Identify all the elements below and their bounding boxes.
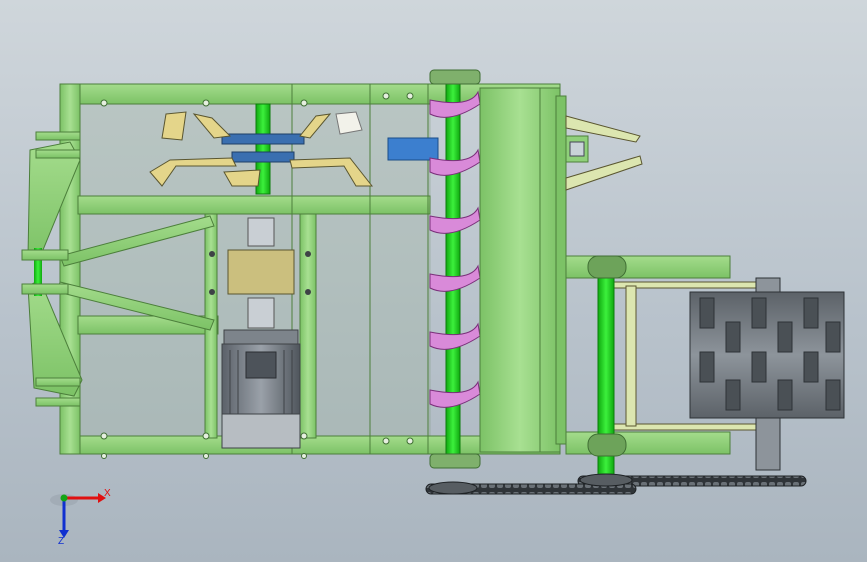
gearbox-plate: [227, 249, 295, 295]
discharge-chute: [479, 87, 561, 453]
upper-coupling: [247, 217, 275, 247]
auger-top-bearing: [429, 69, 481, 85]
chain-drive: [425, 473, 807, 495]
outlet-guides: [565, 115, 643, 191]
x-axis-label: X: [104, 488, 111, 499]
auger-shaft: [445, 81, 461, 467]
cad-viewport[interactable]: X Z: [0, 0, 867, 562]
roller-bearing-bottom: [587, 433, 627, 457]
y-axis-dot: [60, 494, 68, 502]
lower-coupling: [247, 297, 275, 329]
roller-assembly: [565, 255, 845, 479]
z-axis-label: Z: [58, 536, 64, 547]
roller-stub-bottom: [755, 417, 781, 471]
motor-flange: [223, 329, 299, 345]
auger-assembly: [429, 69, 567, 469]
machine-drawing: X Z: [21, 69, 845, 547]
blue-gearbox: [387, 137, 439, 161]
auger-sprocket: [428, 481, 478, 495]
auger-bottom-bearing: [429, 453, 481, 469]
frame-post-motor-right: [299, 213, 317, 439]
coordinate-triad: X Z: [50, 488, 111, 547]
roller-stub-top: [755, 277, 781, 293]
blade-hub: [221, 133, 305, 145]
blade-upper-left: [161, 111, 187, 141]
roller-bearing-top: [587, 255, 627, 279]
frame-middle-beam: [77, 195, 431, 215]
roller-sprocket: [579, 473, 633, 487]
motor-terminal-box: [245, 351, 277, 379]
